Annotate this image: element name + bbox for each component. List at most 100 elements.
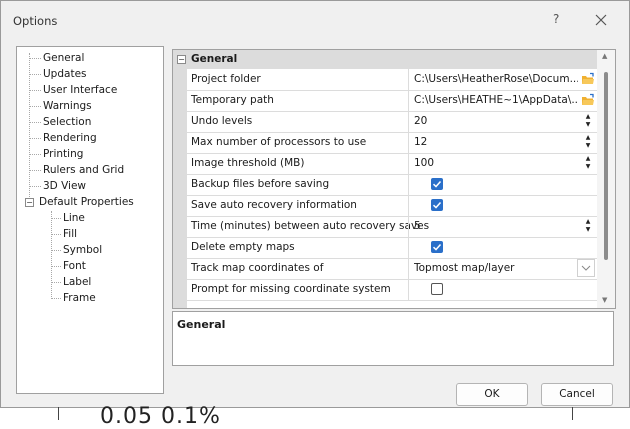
property-name: Save auto recovery information bbox=[191, 199, 357, 211]
help-button[interactable]: ? bbox=[553, 12, 559, 26]
tree-connector bbox=[29, 122, 41, 123]
collapse-icon[interactable]: − bbox=[177, 55, 186, 64]
property-name: Project folder bbox=[191, 73, 261, 85]
title-bar: Options ? bbox=[1, 1, 629, 41]
column-divider bbox=[408, 174, 409, 195]
tree-item-label: Updates bbox=[43, 68, 87, 80]
category-header-general[interactable]: − General bbox=[173, 50, 597, 69]
property-value[interactable]: Topmost map/layer bbox=[414, 262, 564, 274]
property-name: Backup files before saving bbox=[191, 178, 330, 190]
collapse-icon[interactable]: − bbox=[25, 198, 34, 207]
checkbox[interactable] bbox=[431, 283, 443, 295]
tree-connector bbox=[51, 298, 61, 299]
background-divider bbox=[58, 407, 59, 420]
column-divider bbox=[408, 69, 409, 90]
property-name: Delete empty maps bbox=[191, 241, 295, 253]
column-divider bbox=[408, 279, 409, 300]
tree-item-label: 3D View bbox=[43, 180, 87, 192]
description-title: General bbox=[177, 318, 226, 331]
folder-icon[interactable] bbox=[581, 72, 595, 86]
checkbox[interactable] bbox=[431, 178, 443, 190]
chevron-down-icon[interactable] bbox=[577, 259, 595, 277]
tree-connector bbox=[29, 154, 41, 155]
spin-down-icon[interactable]: ▼ bbox=[583, 121, 593, 129]
checkbox[interactable] bbox=[431, 199, 443, 211]
property-grid: − General Project folder C:\Users\Heather… bbox=[172, 49, 616, 309]
tree-connector bbox=[29, 90, 41, 91]
cancel-button[interactable]: Cancel bbox=[541, 383, 613, 406]
background-divider bbox=[572, 407, 573, 420]
checkbox[interactable] bbox=[431, 241, 443, 253]
tree-connector bbox=[51, 282, 61, 283]
column-divider bbox=[408, 237, 409, 258]
column-divider bbox=[408, 153, 409, 174]
property-row-max-number-of-processors-to-use[interactable]: Max number of processors to use 12 ▲ ▼ bbox=[187, 132, 597, 154]
ok-button[interactable]: OK bbox=[456, 383, 528, 406]
tree-connector bbox=[29, 170, 41, 171]
background-text: 0.05 0.1% bbox=[100, 404, 221, 429]
property-row-backup-files-before-saving[interactable]: Backup files before saving bbox=[187, 174, 597, 196]
scroll-down-icon[interactable]: ▼ bbox=[602, 296, 607, 304]
spin-up-icon[interactable]: ▲ bbox=[583, 113, 593, 121]
tree-connector bbox=[29, 74, 41, 75]
property-name: Track map coordinates of bbox=[191, 262, 324, 274]
category-label: General bbox=[191, 53, 238, 65]
property-row-delete-empty-maps[interactable]: Delete empty maps bbox=[187, 237, 597, 259]
tree-connector bbox=[51, 234, 61, 235]
tree-connector bbox=[51, 211, 52, 299]
column-divider bbox=[408, 195, 409, 216]
tree-item-label: Symbol bbox=[63, 244, 103, 256]
spin-up-icon[interactable]: ▲ bbox=[583, 134, 593, 142]
column-divider bbox=[408, 258, 409, 279]
scroll-thumb[interactable] bbox=[604, 72, 608, 260]
options-dialog: Options ? General Updates User Interface Wa… bbox=[0, 0, 630, 408]
description-panel: General bbox=[172, 311, 614, 366]
folder-icon[interactable] bbox=[581, 93, 595, 107]
property-name: Time (minutes) between auto recovery sav… bbox=[191, 220, 430, 232]
spinner-control[interactable]: ▲ ▼ bbox=[583, 155, 593, 171]
tree-item-label: Printing bbox=[43, 148, 84, 160]
property-row-save-auto-recovery-information[interactable]: Save auto recovery information bbox=[187, 195, 597, 217]
property-name: Undo levels bbox=[191, 115, 253, 127]
spin-down-icon[interactable]: ▼ bbox=[583, 163, 593, 171]
property-name: Temporary path bbox=[191, 94, 274, 106]
property-row-temporary-path[interactable]: Temporary path C:\Users\HEATHE~1\AppData\… bbox=[187, 90, 597, 112]
tree-item-label: Line bbox=[63, 212, 85, 224]
property-row-track-map-coordinates-of[interactable]: Track map coordinates of Topmost map/laye… bbox=[187, 258, 597, 280]
spin-down-icon[interactable]: ▼ bbox=[583, 226, 593, 234]
vertical-scrollbar[interactable]: ▲ ▼ bbox=[597, 50, 615, 308]
spin-up-icon[interactable]: ▲ bbox=[583, 155, 593, 163]
spinner-control[interactable]: ▲ ▼ bbox=[583, 134, 593, 150]
spinner-control[interactable]: ▲ ▼ bbox=[583, 218, 593, 234]
property-row-prompt-for-missing-coordinate-system[interactable]: Prompt for missing coordinate system bbox=[187, 279, 597, 301]
property-value[interactable]: C:\Users\HEATHE~1\AppData\... bbox=[414, 94, 578, 106]
tree-item-label: General bbox=[43, 52, 85, 64]
dialog-title: Options bbox=[13, 14, 58, 28]
property-value[interactable]: 12 bbox=[414, 136, 564, 148]
column-divider bbox=[408, 111, 409, 132]
tree-connector bbox=[29, 58, 41, 59]
spin-down-icon[interactable]: ▼ bbox=[583, 142, 593, 150]
property-value[interactable]: 100 bbox=[414, 157, 564, 169]
tree-item-label: Rulers and Grid bbox=[43, 164, 125, 176]
spinner-control[interactable]: ▲ ▼ bbox=[583, 113, 593, 129]
property-row-image-threshold-mb[interactable]: Image threshold (MB) 100 ▲ ▼ bbox=[187, 153, 597, 175]
property-row-time-minutes-between-auto-recovery-saves[interactable]: Time (minutes) between auto recovery sav… bbox=[187, 216, 597, 238]
scroll-up-icon[interactable]: ▲ bbox=[602, 52, 607, 60]
property-value[interactable]: 5 bbox=[414, 220, 564, 232]
tree-connector bbox=[51, 266, 61, 267]
property-row-undo-levels[interactable]: Undo levels 20 ▲ ▼ bbox=[187, 111, 597, 133]
property-row-project-folder[interactable]: Project folder C:\Users\HeatherRose\Docum… bbox=[187, 69, 597, 91]
close-icon[interactable] bbox=[590, 10, 612, 30]
options-tree: General Updates User Interface Warnings Sele… bbox=[16, 46, 164, 394]
property-value[interactable]: C:\Users\HeatherRose\Docum... bbox=[414, 73, 578, 85]
spin-up-icon[interactable]: ▲ bbox=[583, 218, 593, 226]
tree-connector bbox=[29, 186, 41, 187]
property-value[interactable]: 20 bbox=[414, 115, 564, 127]
tree-connector bbox=[29, 106, 41, 107]
tree-connector bbox=[51, 218, 61, 219]
tree-connector bbox=[29, 138, 41, 139]
tree-item-label: Font bbox=[63, 260, 86, 272]
tree-item-label: Rendering bbox=[43, 132, 97, 144]
tree-item-label: Fill bbox=[63, 228, 78, 240]
